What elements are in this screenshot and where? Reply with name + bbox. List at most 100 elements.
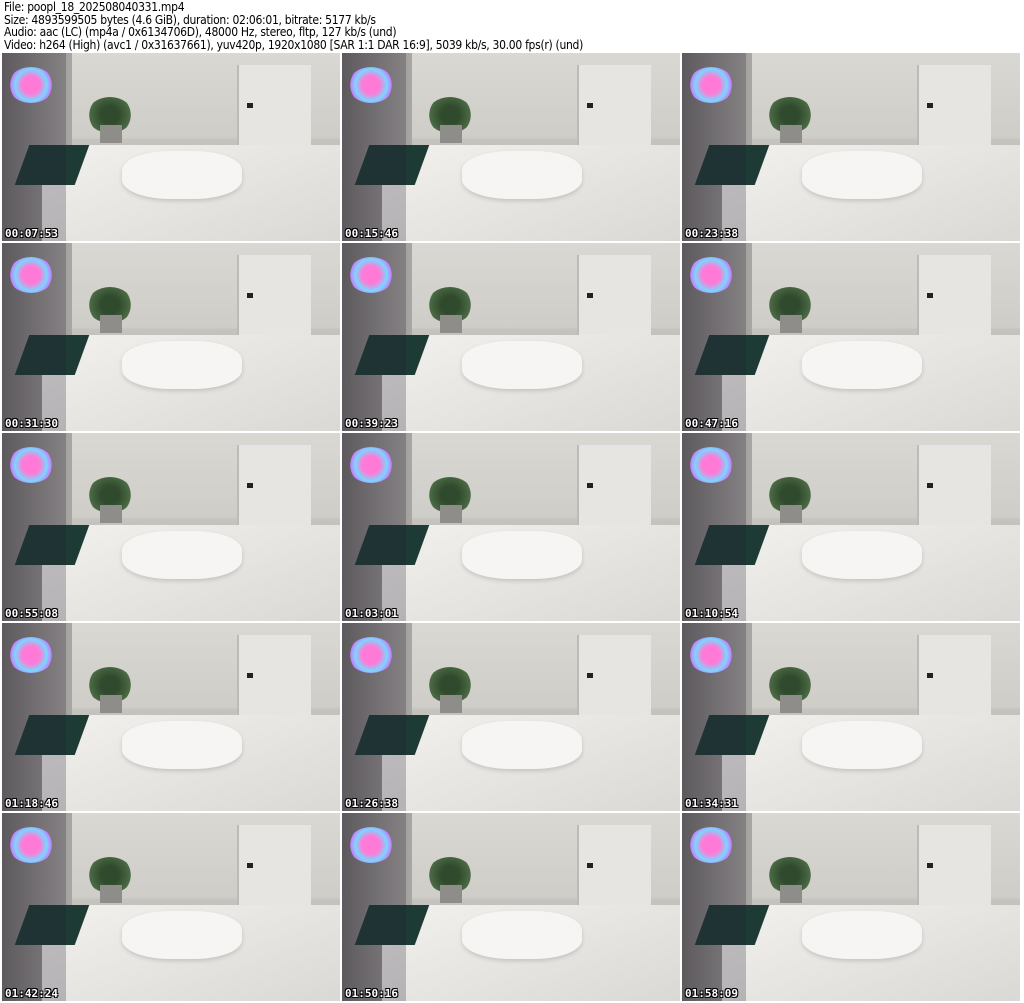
pillow bbox=[802, 341, 922, 389]
video-thumbnail[interactable]: 01:58:09 bbox=[682, 813, 1020, 1001]
pillow bbox=[802, 911, 922, 959]
video-thumbnail[interactable]: 01:42:24 bbox=[2, 813, 340, 1001]
stream-overlay-panel bbox=[682, 53, 746, 241]
door-handle bbox=[247, 293, 253, 298]
thumbnail-grid: 00:07:53 00:15:46 00:23:38 00:31:30 00:3… bbox=[2, 53, 1020, 1001]
timestamp: 00:07:53 bbox=[5, 227, 58, 240]
timestamp: 00:39:23 bbox=[345, 417, 398, 430]
timestamp: 00:31:30 bbox=[5, 417, 58, 430]
stream-overlay-panel bbox=[2, 813, 66, 1001]
pillow bbox=[462, 341, 582, 389]
video-info: Video: h264 (High) (avc1 / 0x31637661), … bbox=[4, 37, 583, 52]
timestamp: 01:50:16 bbox=[345, 987, 398, 1000]
door-handle bbox=[927, 673, 933, 678]
video-thumbnail[interactable]: 00:55:08 bbox=[2, 433, 340, 621]
video-thumbnail[interactable]: 00:31:30 bbox=[2, 243, 340, 431]
stream-overlay-panel bbox=[342, 433, 406, 621]
pillow bbox=[122, 531, 242, 579]
plant-pot bbox=[440, 125, 462, 143]
video-thumbnail[interactable]: 01:18:46 bbox=[2, 623, 340, 811]
timestamp: 00:23:38 bbox=[685, 227, 738, 240]
stream-overlay-panel bbox=[2, 53, 66, 241]
door-handle bbox=[587, 103, 593, 108]
stream-overlay-panel bbox=[682, 813, 746, 1001]
timestamp: 00:55:08 bbox=[5, 607, 58, 620]
timestamp: 01:10:54 bbox=[685, 607, 738, 620]
video-thumbnail[interactable]: 00:15:46 bbox=[342, 53, 680, 241]
overlay-logo-icon bbox=[8, 827, 54, 863]
door-handle bbox=[587, 673, 593, 678]
video-thumbnail[interactable]: 00:47:16 bbox=[682, 243, 1020, 431]
stream-overlay-panel bbox=[342, 623, 406, 811]
video-thumbnail[interactable]: 00:07:53 bbox=[2, 53, 340, 241]
stream-overlay-panel bbox=[342, 53, 406, 241]
plant-pot bbox=[100, 695, 122, 713]
timestamp: 00:15:46 bbox=[345, 227, 398, 240]
video-thumbnail[interactable]: 00:39:23 bbox=[342, 243, 680, 431]
door-handle bbox=[587, 483, 593, 488]
video-thumbnail[interactable]: 01:03:01 bbox=[342, 433, 680, 621]
stream-overlay-panel bbox=[2, 243, 66, 431]
file-info-header: File: poopl_18_202508040331.mp4 Size: 48… bbox=[4, 1, 583, 51]
video-thumbnail[interactable]: 01:26:38 bbox=[342, 623, 680, 811]
plant-pot bbox=[780, 695, 802, 713]
timestamp: 01:42:24 bbox=[5, 987, 58, 1000]
timestamp: 01:34:31 bbox=[685, 797, 738, 810]
stream-overlay-panel bbox=[342, 243, 406, 431]
pillow bbox=[122, 911, 242, 959]
timestamp: 01:26:38 bbox=[345, 797, 398, 810]
timestamp: 01:03:01 bbox=[345, 607, 398, 620]
overlay-logo-icon bbox=[348, 257, 394, 293]
plant-pot bbox=[440, 885, 462, 903]
stream-overlay-panel bbox=[2, 433, 66, 621]
timestamp: 00:47:16 bbox=[685, 417, 738, 430]
door-handle bbox=[247, 103, 253, 108]
stream-overlay-panel bbox=[2, 623, 66, 811]
plant-pot bbox=[780, 885, 802, 903]
plant-pot bbox=[780, 315, 802, 333]
pillow bbox=[802, 151, 922, 199]
overlay-logo-icon bbox=[348, 637, 394, 673]
overlay-logo-icon bbox=[8, 447, 54, 483]
video-thumbnail[interactable]: 01:34:31 bbox=[682, 623, 1020, 811]
overlay-logo-icon bbox=[688, 637, 734, 673]
pillow bbox=[122, 341, 242, 389]
video-thumbnail[interactable]: 01:10:54 bbox=[682, 433, 1020, 621]
overlay-logo-icon bbox=[8, 67, 54, 103]
overlay-logo-icon bbox=[688, 67, 734, 103]
overlay-logo-icon bbox=[8, 257, 54, 293]
plant-pot bbox=[780, 125, 802, 143]
plant-pot bbox=[100, 885, 122, 903]
pillow bbox=[462, 151, 582, 199]
video-thumbnail[interactable]: 01:50:16 bbox=[342, 813, 680, 1001]
stream-overlay-panel bbox=[682, 623, 746, 811]
pillow bbox=[802, 531, 922, 579]
plant-pot bbox=[100, 125, 122, 143]
file-name: File: poopl_18_202508040331.mp4 bbox=[4, 0, 185, 14]
door-handle bbox=[247, 863, 253, 868]
pillow bbox=[462, 911, 582, 959]
timestamp: 01:18:46 bbox=[5, 797, 58, 810]
overlay-logo-icon bbox=[8, 637, 54, 673]
plant-pot bbox=[780, 505, 802, 523]
video-thumbnail[interactable]: 00:23:38 bbox=[682, 53, 1020, 241]
pillow bbox=[802, 721, 922, 769]
pillow bbox=[462, 721, 582, 769]
pillow bbox=[462, 531, 582, 579]
pillow bbox=[122, 721, 242, 769]
overlay-logo-icon bbox=[688, 827, 734, 863]
door-handle bbox=[927, 103, 933, 108]
overlay-logo-icon bbox=[348, 67, 394, 103]
door-handle bbox=[587, 293, 593, 298]
audio-info: Audio: aac (LC) (mp4a / 0x6134706D), 480… bbox=[4, 25, 397, 39]
door-handle bbox=[247, 483, 253, 488]
overlay-logo-icon bbox=[688, 257, 734, 293]
door-handle bbox=[927, 863, 933, 868]
door-handle bbox=[587, 863, 593, 868]
stream-overlay-panel bbox=[342, 813, 406, 1001]
timestamp: 01:58:09 bbox=[685, 987, 738, 1000]
stream-overlay-panel bbox=[682, 243, 746, 431]
plant-pot bbox=[440, 695, 462, 713]
pillow bbox=[122, 151, 242, 199]
plant-pot bbox=[440, 315, 462, 333]
